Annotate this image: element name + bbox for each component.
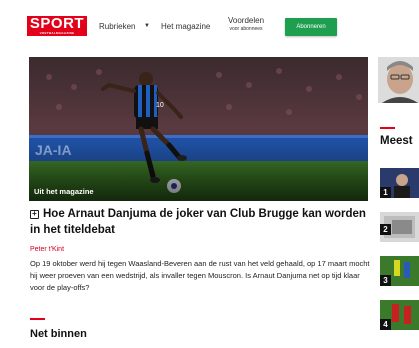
sport-logo[interactable]: SPORT VOETBALMAGAZINE: [27, 16, 87, 36]
football-player-photo: JA-IA 10: [29, 57, 368, 201]
section-divider: [380, 127, 395, 129]
nav-rubrieken[interactable]: Rubrieken: [99, 22, 135, 31]
nav-het-magazine[interactable]: Het magazine: [161, 22, 210, 31]
image-label: Uit het magazine: [34, 187, 94, 196]
logo-text: SPORT: [29, 16, 85, 32]
columnist-avatar[interactable]: [378, 57, 419, 103]
section-divider: [30, 318, 45, 320]
article-excerpt: Op 19 oktober werd hij tegen Waasland-Be…: [30, 259, 370, 293]
section-title-net-binnen: Net binnen: [30, 328, 87, 340]
person-photo: [378, 57, 419, 103]
nav-voordelen-label: Voordelen: [228, 16, 265, 25]
rank-badge: 3: [380, 275, 391, 286]
nav-voordelen[interactable]: Voordelen voor abonnees: [228, 17, 264, 33]
caret-down-icon[interactable]: ▼: [144, 23, 150, 29]
article-hero-image[interactable]: JA-IA 10: [29, 57, 368, 201]
rank-badge: 4: [380, 319, 391, 330]
plus-icon: +: [30, 210, 39, 219]
article-headline[interactable]: Hoe Arnaut Danjuma de joker van Club Bru…: [43, 206, 373, 222]
subscribe-button[interactable]: Abonneren: [285, 18, 337, 36]
rank-badge: 2: [380, 224, 391, 235]
rank-badge: 1: [380, 187, 391, 198]
nav-voordelen-sublabel: voor abonnees: [229, 26, 263, 32]
site-header: SPORT VOETBALMAGAZINE Rubrieken ▼ Het ma…: [0, 0, 419, 46]
article-author[interactable]: Peter t'Kint: [30, 246, 64, 253]
article-headline-line2[interactable]: in het titeldebat: [30, 222, 370, 238]
logo-subtext: VOETBALMAGAZINE: [39, 31, 75, 35]
section-title-meest: Meest: [380, 135, 413, 147]
